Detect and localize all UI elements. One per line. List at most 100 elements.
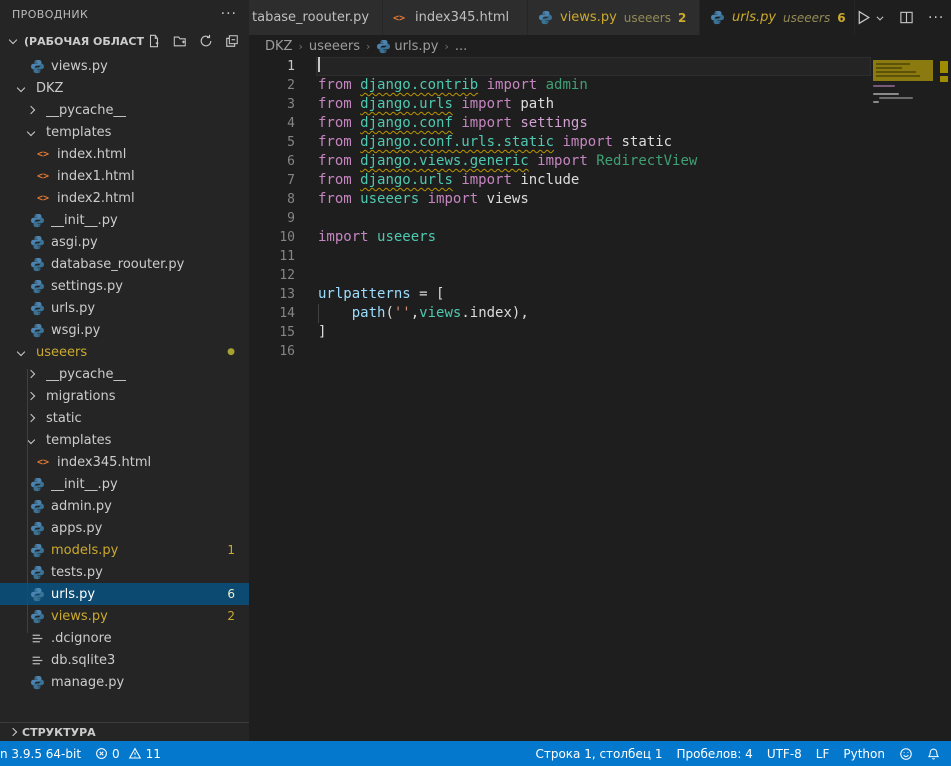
status-cursor-position[interactable]: Строка 1, столбец 1 bbox=[528, 741, 669, 766]
line-content: ] bbox=[295, 323, 326, 342]
new-file-button[interactable] bbox=[145, 32, 163, 50]
status-language-mode[interactable]: Python bbox=[836, 741, 892, 766]
chevron-down-icon bbox=[875, 13, 885, 23]
chevron-right-icon bbox=[9, 728, 17, 736]
run-python-file-button[interactable] bbox=[855, 9, 885, 26]
tree-item-db-sqlite3[interactable]: db.sqlite3 bbox=[0, 649, 249, 671]
tree-item-index1-html[interactable]: <>index1.html bbox=[0, 165, 249, 187]
tab-urls-py[interactable]: urls.pyuseeers6× bbox=[700, 0, 855, 35]
tab-tabase-roouter-py[interactable]: tabase_roouter.py bbox=[249, 0, 383, 35]
code-line-4[interactable]: 4from django.conf import settings bbox=[249, 114, 951, 133]
code-editor[interactable]: 12from django.contrib import admin3from … bbox=[249, 57, 951, 741]
minimap-line bbox=[873, 101, 879, 103]
code-line-16[interactable]: 16 bbox=[249, 342, 951, 361]
minimap[interactable] bbox=[873, 57, 937, 741]
code-line-14[interactable]: 14 path('',views.index), bbox=[249, 304, 951, 323]
code-line-3[interactable]: 3from django.urls import path bbox=[249, 95, 951, 114]
tree-item-init-py[interactable]: __init__.py bbox=[0, 209, 249, 231]
tree-item-label: db.sqlite3 bbox=[51, 653, 115, 668]
tree-item-dkz[interactable]: DKZ bbox=[0, 77, 249, 99]
code-line-13[interactable]: 13urlpatterns = [ bbox=[249, 285, 951, 304]
breadcrumb-item-urls-py[interactable]: urls.py bbox=[376, 39, 438, 54]
code-line-7[interactable]: 7from django.urls import include bbox=[249, 171, 951, 190]
explorer-more-actions-icon[interactable]: ··· bbox=[221, 6, 237, 22]
status-indentation[interactable]: Пробелов: 4 bbox=[669, 741, 759, 766]
feedback-button[interactable] bbox=[892, 741, 920, 766]
tree-item-index2-html[interactable]: <>index2.html bbox=[0, 187, 249, 209]
tree-item-pycache[interactable]: __pycache__ bbox=[0, 99, 249, 121]
tree-item-manage-py[interactable]: manage.py bbox=[0, 671, 249, 693]
line-number: 11 bbox=[249, 247, 295, 266]
tree-item-migrations[interactable]: migrations bbox=[0, 385, 249, 407]
tree-item-models-py[interactable]: models.py1 bbox=[0, 539, 249, 561]
tree-item-views-py[interactable]: views.py2 bbox=[0, 605, 249, 627]
tree-item-templates[interactable]: templates bbox=[0, 429, 249, 451]
tree-item-apps-py[interactable]: apps.py bbox=[0, 517, 249, 539]
tree-item-init-py[interactable]: __init__.py bbox=[0, 473, 249, 495]
tree-item-views-py[interactable]: views.py bbox=[0, 55, 249, 77]
code-token bbox=[352, 134, 360, 150]
code-line-5[interactable]: 5from django.conf.urls.static import sta… bbox=[249, 133, 951, 152]
tree-item-index-html[interactable]: <>index.html bbox=[0, 143, 249, 165]
breadcrumb-item-dkz[interactable]: DKZ bbox=[265, 39, 292, 54]
refresh-button[interactable] bbox=[197, 32, 215, 50]
tree-item-useeers[interactable]: useeers● bbox=[0, 341, 249, 363]
code-line-1[interactable]: 1 bbox=[249, 57, 951, 76]
tree-item-asgi-py[interactable]: asgi.py bbox=[0, 231, 249, 253]
tree-item-templates[interactable]: templates bbox=[0, 121, 249, 143]
breadcrumb-item-useeers[interactable]: useeers bbox=[309, 39, 360, 54]
code-token: django.views.generic bbox=[360, 153, 529, 169]
more-actions-button[interactable]: ··· bbox=[928, 10, 944, 26]
code-token: RedirectView bbox=[596, 153, 697, 169]
line-content: from django.conf import settings bbox=[295, 114, 588, 133]
code-token: path bbox=[352, 305, 386, 321]
html-icon: <> bbox=[35, 190, 51, 206]
collapse-folders-button[interactable] bbox=[223, 32, 241, 50]
new-folder-button[interactable] bbox=[171, 32, 189, 50]
text-cursor bbox=[318, 57, 320, 72]
python-icon bbox=[29, 278, 45, 294]
workspace-section-header[interactable]: (РАБОЧАЯ ОБЛАСТЬ) ... bbox=[0, 28, 249, 54]
code-line-15[interactable]: 15] bbox=[249, 323, 951, 342]
tree-item-label: templates bbox=[46, 125, 111, 140]
code-line-10[interactable]: 10import useeers bbox=[249, 228, 951, 247]
tree-item-settings-py[interactable]: settings.py bbox=[0, 275, 249, 297]
tree-item-label: .dcignore bbox=[51, 631, 112, 646]
status-eol[interactable]: LF bbox=[809, 741, 837, 766]
tree-item-wsgi-py[interactable]: wsgi.py bbox=[0, 319, 249, 341]
tree-item-static[interactable]: static bbox=[0, 407, 249, 429]
html-icon: <> bbox=[35, 146, 51, 162]
status-encoding[interactable]: UTF-8 bbox=[760, 741, 809, 766]
code-token: ] bbox=[318, 324, 326, 340]
problem-count-badge: 1 bbox=[227, 543, 235, 557]
tab-index345-html[interactable]: <>index345.html bbox=[383, 0, 528, 35]
status-python-interpreter[interactable]: n 3.9.5 64-bit bbox=[0, 741, 88, 766]
python-icon bbox=[710, 10, 726, 26]
code-token: views bbox=[487, 191, 529, 207]
tree-item-urls-py[interactable]: urls.py6 bbox=[0, 583, 249, 605]
tab-problem-count: 6 bbox=[837, 11, 845, 25]
tree-item-dcignore[interactable]: .dcignore bbox=[0, 627, 249, 649]
tree-item-tests-py[interactable]: tests.py bbox=[0, 561, 249, 583]
tree-item-label: migrations bbox=[46, 389, 116, 404]
python-icon bbox=[29, 520, 45, 536]
overview-ruler[interactable] bbox=[937, 57, 951, 741]
notifications-button[interactable] bbox=[920, 741, 947, 766]
tab-views-py[interactable]: views.pyuseeers2 bbox=[528, 0, 700, 35]
split-editor-button[interactable] bbox=[899, 10, 914, 25]
status-problems[interactable]: 0 11 bbox=[88, 741, 168, 766]
line-number: 1 bbox=[249, 57, 295, 76]
code-line-11[interactable]: 11 bbox=[249, 247, 951, 266]
tree-item-pycache[interactable]: __pycache__ bbox=[0, 363, 249, 385]
code-line-8[interactable]: 8from useeers import views bbox=[249, 190, 951, 209]
tree-item-database-roouter-py[interactable]: database_roouter.py bbox=[0, 253, 249, 275]
outline-section-header[interactable]: СТРУКТУРА bbox=[0, 722, 249, 741]
code-line-9[interactable]: 9 bbox=[249, 209, 951, 228]
tree-item-index345-html[interactable]: <>index345.html bbox=[0, 451, 249, 473]
tree-item-admin-py[interactable]: admin.py bbox=[0, 495, 249, 517]
breadcrumb-item-symbols[interactable]: ... bbox=[455, 39, 467, 54]
code-line-6[interactable]: 6from django.views.generic import Redire… bbox=[249, 152, 951, 171]
code-line-12[interactable]: 12 bbox=[249, 266, 951, 285]
code-line-2[interactable]: 2from django.contrib import admin bbox=[249, 76, 951, 95]
tree-item-urls-py[interactable]: urls.py bbox=[0, 297, 249, 319]
